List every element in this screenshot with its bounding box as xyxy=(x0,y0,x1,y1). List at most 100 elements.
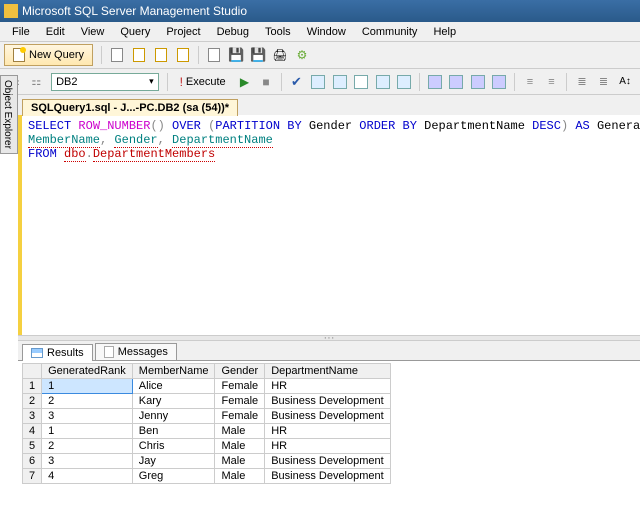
object-explorer-tab[interactable]: Object Explorer xyxy=(0,75,18,154)
cell[interactable]: 1 xyxy=(42,379,133,394)
parse-icon[interactable]: ✔ xyxy=(287,72,307,92)
cell[interactable]: 2 xyxy=(42,439,133,454)
results-text-icon[interactable] xyxy=(351,72,371,92)
document-tab[interactable]: SQLQuery1.sql - J...-PC.DB2 (sa (54))* xyxy=(22,99,238,116)
table-row[interactable]: 33JennyFemaleBusiness Development xyxy=(23,409,391,424)
uncomment-icon[interactable] xyxy=(447,72,467,92)
comment-icon[interactable] xyxy=(425,72,445,92)
cell[interactable]: Business Development xyxy=(265,409,391,424)
cell[interactable]: 3 xyxy=(42,409,133,424)
menu-edit[interactable]: Edit xyxy=(38,24,73,40)
cell[interactable]: Business Development xyxy=(265,454,391,469)
menu-query[interactable]: Query xyxy=(112,24,158,40)
opt3-icon[interactable] xyxy=(468,72,488,92)
cell[interactable]: 3 xyxy=(42,454,133,469)
menu-debug[interactable]: Debug xyxy=(209,24,257,40)
save-alt-icon[interactable]: 💾 xyxy=(248,45,268,65)
results-file-icon[interactable] xyxy=(394,72,414,92)
list2-icon[interactable]: ≣ xyxy=(594,72,614,92)
cell[interactable]: HR xyxy=(265,439,391,454)
kw-desc: DESC xyxy=(532,119,561,133)
cell[interactable]: 1 xyxy=(42,424,133,439)
open-folder-icon[interactable] xyxy=(173,45,193,65)
cell[interactable]: 4 xyxy=(42,469,133,484)
cell[interactable]: Jenny xyxy=(132,409,215,424)
database-combo[interactable]: DB2 ▾ xyxy=(51,73,159,91)
cell[interactable]: Greg xyxy=(132,469,215,484)
paren1: () xyxy=(150,119,164,133)
kw-by1: BY xyxy=(287,119,301,133)
cell[interactable]: HR xyxy=(265,379,391,394)
cell[interactable]: HR xyxy=(265,424,391,439)
new-query-label: New Query xyxy=(29,49,84,61)
menu-project[interactable]: Project xyxy=(158,24,208,40)
change-connection-icon[interactable]: ⚏ xyxy=(27,72,47,92)
cell[interactable]: Male xyxy=(215,454,265,469)
debug-run-icon[interactable]: ▶ xyxy=(235,72,255,92)
cell[interactable]: Business Development xyxy=(265,394,391,409)
cell[interactable]: Male xyxy=(215,424,265,439)
save-icon[interactable] xyxy=(204,45,224,65)
table-row[interactable]: 74GregMaleBusiness Development xyxy=(23,469,391,484)
toolbar-sep2 xyxy=(198,46,199,64)
cell[interactable]: Female xyxy=(215,379,265,394)
fn-rownumber: ROW_NUMBER xyxy=(78,119,150,133)
cell[interactable]: Male xyxy=(215,469,265,484)
table-row[interactable]: 22KaryFemaleBusiness Development xyxy=(23,394,391,409)
menu-community[interactable]: Community xyxy=(354,24,426,40)
menu-file[interactable]: File xyxy=(4,24,38,40)
print-icon[interactable]: 🖨 xyxy=(270,45,290,65)
cell[interactable]: Chris xyxy=(132,439,215,454)
messages-tab-label: Messages xyxy=(118,346,168,358)
table-row[interactable]: 63JayMaleBusiness Development xyxy=(23,454,391,469)
cell[interactable]: 2 xyxy=(42,394,133,409)
opt4-icon[interactable] xyxy=(490,72,510,92)
menu-window[interactable]: Window xyxy=(299,24,354,40)
titlebar: Microsoft SQL Server Management Studio xyxy=(0,0,640,22)
table-row[interactable]: 41BenMaleHR xyxy=(23,424,391,439)
new-query-button[interactable]: New Query xyxy=(4,44,93,66)
kw-select: SELECT xyxy=(28,119,71,133)
menu-tools[interactable]: Tools xyxy=(257,24,299,40)
new-file-icon[interactable] xyxy=(107,45,127,65)
table-row[interactable]: 11AliceFemaleHR xyxy=(23,379,391,394)
cell[interactable]: Male xyxy=(215,439,265,454)
col-departmentname[interactable]: DepartmentName xyxy=(265,364,391,379)
cell[interactable]: Jay xyxy=(132,454,215,469)
cell[interactable]: Alice xyxy=(132,379,215,394)
cell[interactable]: Kary xyxy=(132,394,215,409)
txt-deptname: DepartmentName xyxy=(417,119,532,133)
opt1-icon[interactable] xyxy=(308,72,328,92)
cell[interactable]: Business Development xyxy=(265,469,391,484)
toolbar-sep7 xyxy=(566,73,567,91)
cell[interactable]: Female xyxy=(215,409,265,424)
kw-over: OVER xyxy=(172,119,201,133)
menu-help[interactable]: Help xyxy=(425,24,464,40)
specify-values-icon[interactable]: A↕ xyxy=(615,72,635,92)
save-all-icon[interactable]: 💾 xyxy=(226,45,246,65)
results-grid-icon[interactable] xyxy=(373,72,393,92)
cell[interactable]: Female xyxy=(215,394,265,409)
results-tab[interactable]: Results xyxy=(22,344,93,361)
indent-icon[interactable]: ≡ xyxy=(542,72,562,92)
activity-icon[interactable]: ⚙ xyxy=(292,45,312,65)
kw-by2: BY xyxy=(403,119,417,133)
stop-icon[interactable]: ■ xyxy=(256,72,276,92)
open-project-icon[interactable] xyxy=(151,45,171,65)
col-membername[interactable]: MemberName xyxy=(132,364,215,379)
execute-button[interactable]: ! Execute xyxy=(174,73,232,91)
cell[interactable]: Ben xyxy=(132,424,215,439)
new-query-icon xyxy=(13,48,25,62)
menu-view[interactable]: View xyxy=(73,24,113,40)
sql-editor[interactable]: SELECT ROW_NUMBER() OVER (PARTITION BY G… xyxy=(18,115,640,335)
list1-icon[interactable]: ≣ xyxy=(572,72,592,92)
menubar: File Edit View Query Project Debug Tools… xyxy=(0,22,640,42)
opt2-icon[interactable] xyxy=(330,72,350,92)
col-gender[interactable]: Gender xyxy=(215,364,265,379)
outdent-icon[interactable]: ≡ xyxy=(520,72,540,92)
results-grid[interactable]: GeneratedRank MemberName Gender Departme… xyxy=(22,363,391,484)
col-generatedrank[interactable]: GeneratedRank xyxy=(42,364,133,379)
messages-tab[interactable]: Messages xyxy=(95,343,177,360)
table-row[interactable]: 52ChrisMaleHR xyxy=(23,439,391,454)
open-file-icon[interactable] xyxy=(129,45,149,65)
